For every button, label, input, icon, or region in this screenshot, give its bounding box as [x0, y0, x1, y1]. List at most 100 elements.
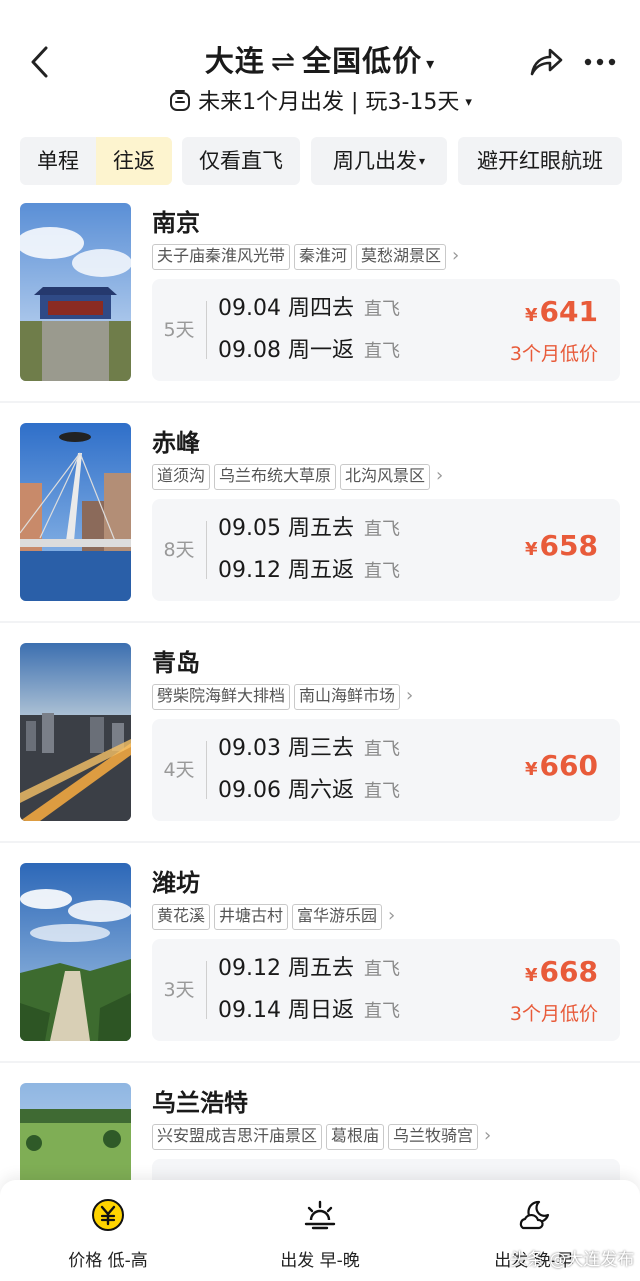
destination-photo	[20, 863, 131, 1041]
trip-duration: 5天	[163, 319, 195, 341]
return-direct-label: 直飞	[363, 781, 400, 802]
flight-info-card[interactable]: 4天 09.03 周三去 直飞 09.06 周六返 直飞 ¥660	[152, 719, 620, 821]
sort-price-label: 价格 低-高	[68, 1251, 148, 1271]
chevron-right-icon: ›	[436, 465, 444, 486]
chevron-right-icon: ›	[388, 905, 396, 926]
one-way-option[interactable]: 单程	[20, 137, 96, 185]
date-range-selector[interactable]: 未来1个月出发 | 玩3-15天 ▾	[0, 84, 640, 116]
flight-info-card[interactable]: 5天 09.04 周四去 直飞 09.08 周一返 直飞 ¥641 3个月低价	[152, 279, 620, 381]
list-item[interactable]: 赤峰 道须沟 乌兰布统大草原 北沟风景区 › 8天 09.05 周五去 直飞 09.12…	[0, 423, 640, 643]
price: ¥660	[525, 749, 598, 782]
swap-icon[interactable]: ⇌	[271, 44, 296, 78]
currency-symbol: ¥	[525, 965, 538, 986]
sort-by-departure[interactable]: 出发 早-晚	[250, 1198, 390, 1278]
return-flight: 09.06 周六返 直飞	[218, 775, 400, 807]
date-range-text: 未来1个月出发 | 玩3-15天	[198, 90, 460, 115]
watermark: 头条 @大连发布	[510, 1250, 635, 1270]
sort-departure-label: 出发 早-晚	[280, 1251, 360, 1271]
destination-photo	[20, 643, 131, 821]
attraction-tags[interactable]: 黄花溪 井塘古村 富华游乐园 ›	[152, 904, 395, 930]
attraction-tag: 夫子庙秦淮风光带	[152, 244, 291, 270]
low-price-badge: 3个月低价	[509, 1003, 598, 1025]
outbound-date: 09.12 周五去	[218, 956, 354, 981]
outbound-flight: 09.12 周五去 直飞	[218, 953, 400, 985]
attraction-tags[interactable]: 兴安盟成吉思汗庙景区 葛根庙 乌兰牧骑宫 ›	[152, 1124, 491, 1150]
title-caret-icon: ▾	[426, 53, 436, 73]
moon-cloud-icon	[519, 1200, 550, 1230]
currency-symbol: ¥	[525, 539, 538, 560]
share-icon[interactable]	[528, 44, 564, 78]
attraction-tags[interactable]: 劈柴院海鲜大排档 南山海鲜市场 ›	[152, 684, 413, 710]
weekday-filter[interactable]: 周几出发 ▾	[311, 137, 447, 185]
divider	[206, 741, 207, 799]
attraction-tag: 秦淮河	[294, 244, 353, 270]
more-icon[interactable]	[582, 52, 618, 72]
return-flight: 09.14 周日返 直飞	[218, 995, 400, 1027]
divider	[0, 1061, 640, 1063]
outbound-direct-label: 直飞	[363, 739, 400, 760]
outbound-date: 09.05 周五去	[218, 516, 354, 541]
return-flight: 09.08 周一返 直飞	[218, 335, 400, 367]
divider	[0, 621, 640, 623]
divider	[206, 301, 207, 359]
avoid-redeye-filter[interactable]: 避开红眼航班	[458, 137, 622, 185]
attraction-tag: 南山海鲜市场	[294, 684, 401, 710]
trip-duration: 3天	[163, 979, 195, 1001]
flight-info-card[interactable]: 3天 09.12 周五去 直飞 09.14 周日返 直飞 ¥668 3个月低价	[152, 939, 620, 1041]
attraction-tag: 乌兰牧骑宫	[388, 1124, 479, 1150]
low-price-badge: 3个月低价	[509, 343, 598, 365]
return-direct-label: 直飞	[363, 561, 400, 582]
attraction-tags[interactable]: 夫子庙秦淮风光带 秦淮河 莫愁湖景区 ›	[152, 244, 459, 270]
divider	[206, 521, 207, 579]
price: ¥658	[525, 529, 598, 562]
outbound-date: 09.04 周四去	[218, 296, 354, 321]
list-item[interactable]: 青岛 劈柴院海鲜大排档 南山海鲜市场 › 4天 09.03 周三去 直飞 09.06 …	[0, 643, 640, 863]
currency-symbol: ¥	[525, 305, 538, 326]
list-item[interactable]: 潍坊 黄花溪 井塘古村 富华游乐园 › 3天 09.12 周五去 直飞 09.14 周日…	[0, 863, 640, 1083]
list-item[interactable]: 南京 夫子庙秦淮风光带 秦淮河 莫愁湖景区 › 5天 09.04 周四去 直飞 09.0…	[0, 203, 640, 423]
outbound-date: 09.03 周三去	[218, 736, 354, 761]
attraction-tags[interactable]: 道须沟 乌兰布统大草原 北沟风景区 ›	[152, 464, 443, 490]
destination-photo	[20, 423, 131, 601]
origin-city: 大连	[204, 44, 265, 78]
header: 大连 ⇌ 全国低价 ▾ 未来1个月出发 | 玩3-15天 ▾	[0, 0, 640, 130]
trip-duration: 4天	[163, 759, 195, 781]
price-value: 660	[539, 749, 598, 782]
city-name: 青岛	[152, 649, 200, 677]
trip-duration: 8天	[163, 539, 195, 561]
price-value: 668	[539, 955, 598, 988]
price-value: 658	[539, 529, 598, 562]
weekday-caret-icon: ▾	[418, 154, 426, 168]
divider	[0, 401, 640, 403]
weekday-filter-label: 周几出发	[332, 149, 417, 173]
yuan-coin-icon	[92, 1199, 124, 1231]
destination-photo	[20, 203, 131, 381]
return-direct-label: 直飞	[363, 1001, 400, 1022]
currency-symbol: ¥	[525, 759, 538, 780]
flight-info-card[interactable]: 8天 09.05 周五去 直飞 09.12 周五返 直飞 ¥658	[152, 499, 620, 601]
sunrise-icon	[304, 1200, 336, 1230]
attraction-tag: 乌兰布统大草原	[214, 464, 337, 490]
city-name: 乌兰浩特	[152, 1089, 248, 1117]
direct-only-filter[interactable]: 仅看直飞	[182, 137, 300, 185]
attraction-tag: 井塘古村	[214, 904, 289, 930]
return-date: 09.12 周五返	[218, 558, 354, 583]
city-name: 南京	[152, 209, 200, 237]
chevron-right-icon: ›	[484, 1125, 492, 1146]
return-date: 09.14 周日返	[218, 998, 354, 1023]
price-value: 641	[539, 295, 598, 328]
return-flight: 09.12 周五返 直飞	[218, 555, 400, 587]
attraction-tag: 劈柴院海鲜大排档	[152, 684, 291, 710]
outbound-flight: 09.05 周五去 直飞	[218, 513, 400, 545]
attraction-tag: 北沟风景区	[340, 464, 431, 490]
city-name: 赤峰	[152, 429, 200, 457]
outbound-direct-label: 直飞	[363, 959, 400, 980]
return-date: 09.06 周六返	[218, 778, 354, 803]
attraction-tag: 黄花溪	[152, 904, 211, 930]
attraction-tag: 富华游乐园	[292, 904, 383, 930]
chevron-right-icon: ›	[452, 245, 460, 266]
return-date: 09.08 周一返	[218, 338, 354, 363]
outbound-direct-label: 直飞	[363, 299, 400, 320]
round-trip-option[interactable]: 往返	[96, 137, 172, 185]
sort-by-price[interactable]: 价格 低-高	[38, 1198, 178, 1278]
